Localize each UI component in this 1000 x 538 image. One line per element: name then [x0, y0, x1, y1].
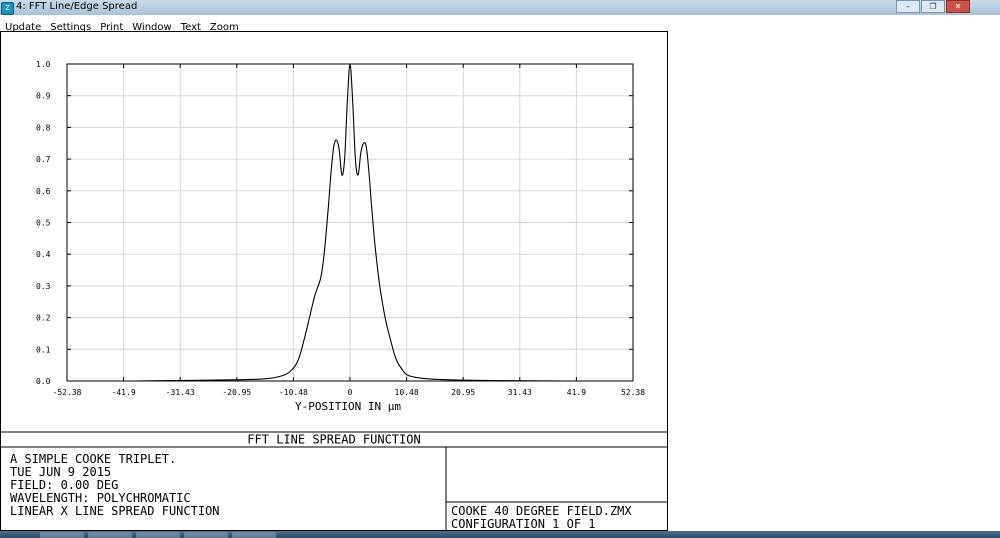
y-tick-label: 0.1 — [36, 345, 51, 354]
info-line: A SIMPLE COOKE TRIPLET. — [10, 452, 176, 466]
empty-workspace — [669, 31, 1000, 531]
x-axis-label: Y-POSITION IN µm — [295, 400, 401, 413]
info-text: A SIMPLE COOKE TRIPLET. TUE JUN 9 2015 F… — [10, 452, 220, 518]
x-tick-label: 10.48 — [395, 388, 419, 397]
title-bar: Z 4: FFT Line/Edge Spread – ❐ ✕ — [0, 0, 1000, 16]
restore-button[interactable]: ❐ — [921, 0, 945, 13]
info-line: TUE JUN 9 2015 — [10, 465, 111, 479]
configuration-label: CONFIGURATION 1 OF 1 — [451, 517, 596, 531]
taskbar — [0, 531, 1000, 538]
y-tick-label: 0.6 — [36, 187, 51, 196]
y-tick-label: 0.7 — [36, 155, 51, 164]
window-title: 4: FFT Line/Edge Spread — [16, 1, 138, 12]
x-tick-label: 31.43 — [508, 388, 532, 397]
chart-title: FFT LINE SPREAD FUNCTION — [247, 433, 420, 447]
minimize-button[interactable]: – — [896, 0, 920, 13]
x-tick-label: -52.38 — [53, 388, 82, 397]
y-tick-label: 0.5 — [36, 219, 51, 228]
menu-bar: Update Settings Print Window Text Zoom — [0, 15, 1000, 33]
taskbar-button[interactable] — [40, 532, 84, 538]
taskbar-button[interactable] — [88, 532, 132, 538]
line-spread-chart: 0.0 0.1 0.2 0.3 0.4 0.5 0.6 0.7 0.8 0.9 1.0 -52.38… — [1, 60, 667, 531]
grid — [67, 64, 633, 381]
zemax-app-icon[interactable]: Z — [1, 2, 14, 15]
info-line: FIELD: 0.00 DEG — [10, 478, 118, 492]
y-tick-label: 0.8 — [36, 123, 51, 132]
window-controls: – ❐ ✕ — [895, 0, 970, 13]
x-tick-label: 20.95 — [451, 388, 475, 397]
y-tick-label: 0.2 — [36, 314, 51, 323]
y-tick-label: 0.0 — [36, 377, 51, 386]
taskbar-button[interactable] — [184, 532, 228, 538]
file-name: COOKE 40 DEGREE FIELD.ZMX — [451, 504, 632, 518]
y-tick-label: 1.0 — [36, 60, 51, 69]
taskbar-button[interactable] — [232, 532, 276, 538]
x-tick-label: 0 — [348, 388, 353, 397]
x-tick-label: 41.9 — [567, 388, 586, 397]
taskbar-button[interactable] — [136, 532, 180, 538]
y-tick-label: 0.3 — [36, 282, 51, 291]
x-tick-label: -10.48 — [279, 388, 308, 397]
x-tick-label: -20.95 — [222, 388, 251, 397]
x-tick-label: 52.38 — [621, 388, 645, 397]
info-line: WAVELENGTH: POLYCHROMATIC — [10, 491, 191, 505]
x-axis: -52.38 -41.9 -31.43 -20.95 -10.48 0 10.48 20.95… — [53, 64, 645, 397]
y-tick-label: 0.4 — [36, 250, 51, 259]
y-tick-label: 0.9 — [36, 92, 51, 101]
close-button[interactable]: ✕ — [946, 0, 970, 13]
info-line: LINEAR X LINE SPREAD FUNCTION — [10, 504, 220, 518]
x-tick-label: -31.43 — [166, 388, 195, 397]
x-tick-label: -41.9 — [112, 388, 136, 397]
